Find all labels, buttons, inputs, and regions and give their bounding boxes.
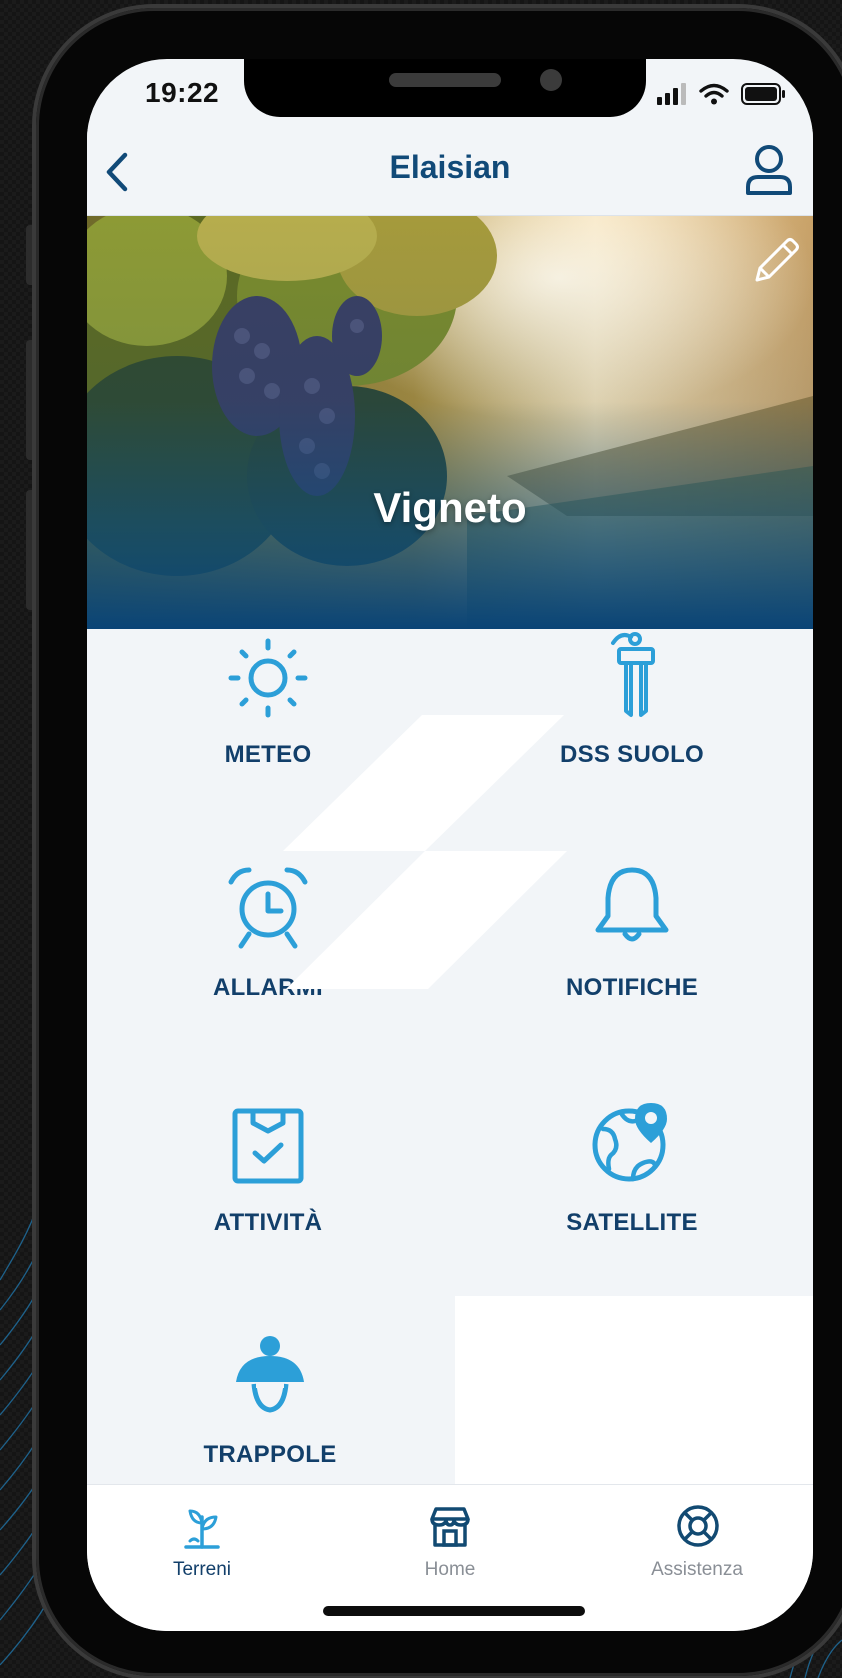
- edit-field-button[interactable]: [747, 234, 803, 290]
- cellular-signal-icon: [657, 83, 686, 105]
- globe-pin-icon: [592, 1103, 667, 1182]
- tile-label: ALLARMI: [212, 974, 324, 1001]
- clipboard-check-icon: [232, 1108, 304, 1184]
- navigation-bar: Elaisian: [87, 129, 813, 216]
- tab-home[interactable]: Home: [370, 1495, 530, 1585]
- vineyard-photo: [87, 216, 813, 629]
- tab-terreni[interactable]: Terreni: [122, 1495, 282, 1585]
- tile-satellite[interactable]: SATELLITE: [451, 1061, 813, 1294]
- tile-meteo[interactable]: METEO: [87, 629, 449, 822]
- profile-button[interactable]: [743, 141, 795, 199]
- home-indicator[interactable]: [323, 1606, 585, 1616]
- front-camera: [540, 69, 562, 91]
- tab-label: Assistenza: [651, 1559, 743, 1580]
- sprout-icon: [184, 1509, 220, 1549]
- tile-trappole[interactable]: TRAPPOLE: [87, 1296, 453, 1484]
- tile-label: DSS SUOLO: [559, 741, 705, 768]
- lifebuoy-icon: [677, 1505, 719, 1547]
- empty-tile: [455, 1296, 813, 1484]
- alarm-clock-icon: [228, 867, 308, 949]
- page-title: Elaisian: [389, 149, 511, 185]
- mute-switch: [26, 225, 36, 285]
- status-icons: [657, 83, 787, 105]
- app-screen: 19:22 Elaisian Vigneto METEO DSS SUOLO A…: [87, 59, 813, 1631]
- volume-down-button: [26, 490, 36, 610]
- tile-notifiche[interactable]: NOTIFICHE: [451, 824, 813, 1059]
- tile-label: TRAPPOLE: [203, 1441, 337, 1468]
- insect-trap-icon: [236, 1336, 304, 1413]
- tile-attivita[interactable]: ATTIVITÀ: [87, 1061, 449, 1294]
- field-hero-banner: Vigneto: [87, 216, 813, 629]
- tile-allarmi[interactable]: ALLARMI: [87, 824, 449, 1059]
- status-time: 19:22: [145, 77, 220, 108]
- tab-label: Home: [424, 1559, 476, 1580]
- user-profile-icon: [746, 145, 792, 195]
- tile-label: ATTIVITÀ: [213, 1209, 323, 1236]
- sun-icon: [228, 638, 308, 718]
- field-name: Vigneto: [373, 484, 527, 531]
- pencil-icon: [755, 238, 799, 282]
- battery-icon: [741, 83, 785, 105]
- volume-up-button: [26, 340, 36, 460]
- tab-assistenza[interactable]: Assistenza: [617, 1495, 777, 1585]
- shop-icon: [430, 1507, 470, 1547]
- speaker: [389, 73, 501, 87]
- soil-sensor-icon: [611, 632, 655, 717]
- bell-icon: [595, 867, 669, 942]
- tile-dss-suolo[interactable]: DSS SUOLO: [451, 629, 813, 822]
- notch: [244, 59, 646, 117]
- tile-label: SATELLITE: [566, 1209, 698, 1236]
- tile-label: NOTIFICHE: [565, 974, 699, 1001]
- wifi-icon: [699, 83, 729, 105]
- tab-label: Terreni: [172, 1559, 232, 1580]
- tile-label: METEO: [224, 741, 312, 768]
